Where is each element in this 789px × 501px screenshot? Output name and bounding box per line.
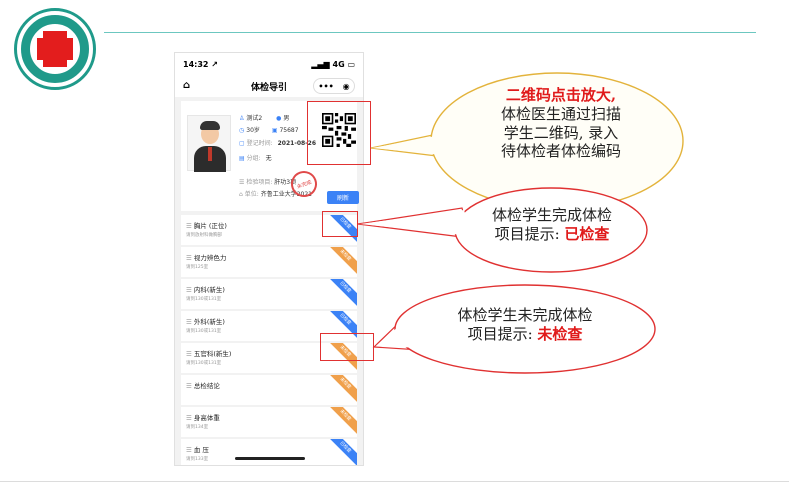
done-callout-line2: 项目提示: 已检查	[472, 225, 632, 244]
qr-callout: 二维码点击放大, 体检医生通过扫描 学生二维码, 录入 待体检者体检编码	[476, 86, 646, 161]
done-callout-highlight: 已检查	[564, 224, 610, 243]
annotation-layer	[357, 72, 684, 374]
qr-callout-line4: 待体检者体检编码	[500, 142, 621, 161]
done-callout-line1: 体检学生完成体检	[491, 206, 612, 224]
todo-callout-highlight: 未检查	[537, 324, 583, 343]
qr-callout-line1: 二维码点击放大,	[505, 86, 617, 104]
qr-callout-line3: 学生二维码, 录入	[503, 123, 619, 142]
done-callout: 体检学生完成体检 项目提示: 已检查	[472, 206, 632, 244]
todo-callout-prefix: 项目提示:	[467, 324, 538, 343]
todo-callout-line2: 项目提示: 未检查	[430, 325, 620, 344]
todo-callout-line1: 体检学生未完成体检	[457, 306, 593, 324]
qr-callout-line2: 体检医生通过扫描	[500, 104, 621, 123]
done-callout-prefix: 项目提示:	[494, 224, 565, 243]
todo-callout: 体检学生未完成体检 项目提示: 未检查	[430, 306, 620, 344]
